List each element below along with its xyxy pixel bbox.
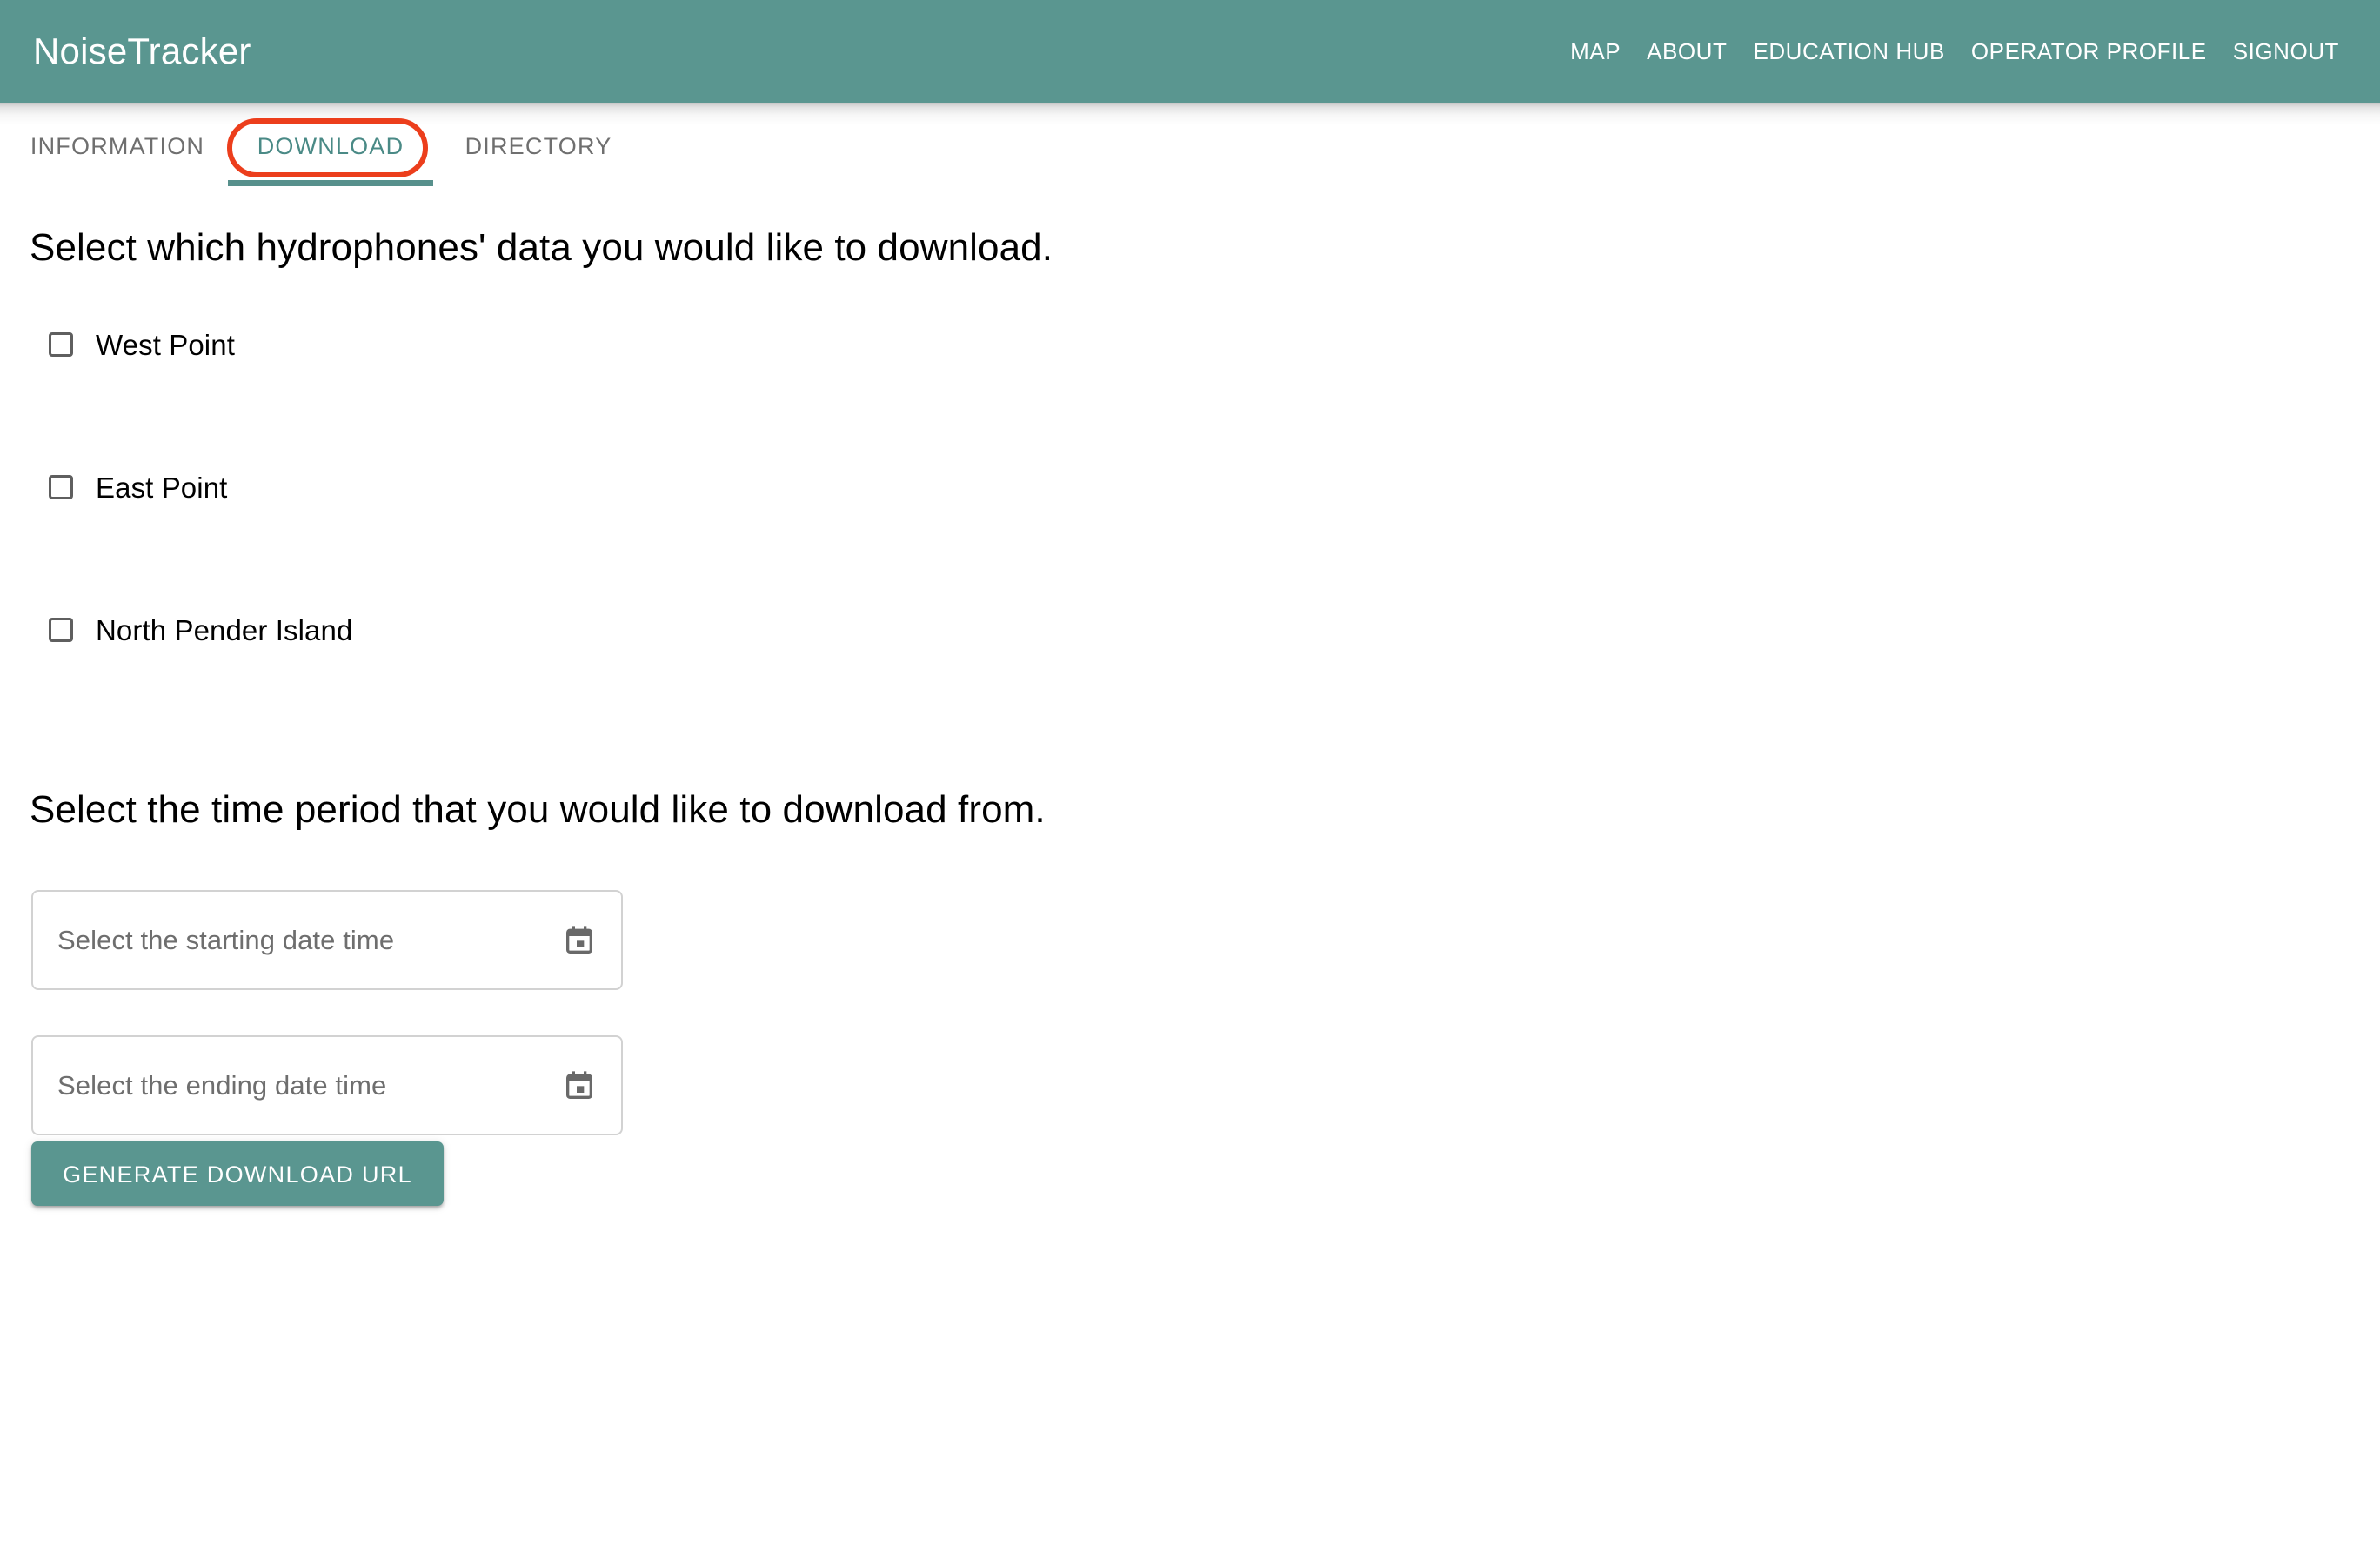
calendar-icon[interactable]	[562, 923, 597, 958]
main-navigation: MAP ABOUT EDUCATION HUB OPERATOR PROFILE…	[1557, 40, 2380, 63]
nav-link-signout[interactable]: SIGNOUT	[2220, 40, 2352, 63]
nav-link-map[interactable]: MAP	[1557, 40, 1634, 63]
calendar-icon[interactable]	[562, 1068, 597, 1103]
tab-download[interactable]: DOWNLOAD	[228, 103, 433, 190]
generate-download-url-button[interactable]: GENERATE DOWNLOAD URL	[31, 1141, 444, 1206]
checkbox-west-point[interactable]	[49, 332, 73, 357]
nav-link-about[interactable]: ABOUT	[1634, 40, 1740, 63]
date-range-fields: Select the starting date time Select the…	[31, 890, 623, 1181]
app-header: NoiseTracker MAP ABOUT EDUCATION HUB OPE…	[0, 0, 2380, 103]
start-date-placeholder: Select the starting date time	[57, 925, 395, 955]
nav-link-operator-profile[interactable]: OPERATOR PROFILE	[1958, 40, 2220, 63]
active-tab-indicator	[228, 180, 433, 186]
time-period-heading: Select the time period that you would li…	[30, 788, 1046, 831]
end-date-placeholder: Select the ending date time	[57, 1070, 387, 1101]
tab-information[interactable]: INFORMATION	[12, 103, 223, 190]
end-date-field[interactable]: Select the ending date time	[31, 1035, 623, 1135]
checkbox-label-north-pender-island: North Pender Island	[96, 613, 353, 646]
start-date-field[interactable]: Select the starting date time	[31, 890, 623, 990]
checkbox-row-east-point[interactable]: East Point	[0, 463, 352, 512]
checkbox-north-pender-island[interactable]	[49, 618, 73, 642]
hydrophone-checkbox-list: West Point East Point North Pender Islan…	[0, 320, 352, 748]
checkbox-row-north-pender-island[interactable]: North Pender Island	[0, 606, 352, 654]
tab-directory[interactable]: DIRECTORY	[442, 103, 635, 190]
app-title: NoiseTracker	[33, 30, 251, 71]
checkbox-label-west-point: West Point	[96, 328, 235, 361]
checkbox-row-west-point[interactable]: West Point	[0, 320, 352, 369]
hydrophone-selection-heading: Select which hydrophones' data you would…	[30, 226, 1053, 269]
checkbox-east-point[interactable]	[49, 475, 73, 499]
nav-link-education-hub[interactable]: EDUCATION HUB	[1740, 40, 1957, 63]
tab-bar: INFORMATION DOWNLOAD DIRECTORY	[0, 103, 2380, 190]
checkbox-label-east-point: East Point	[96, 471, 228, 504]
